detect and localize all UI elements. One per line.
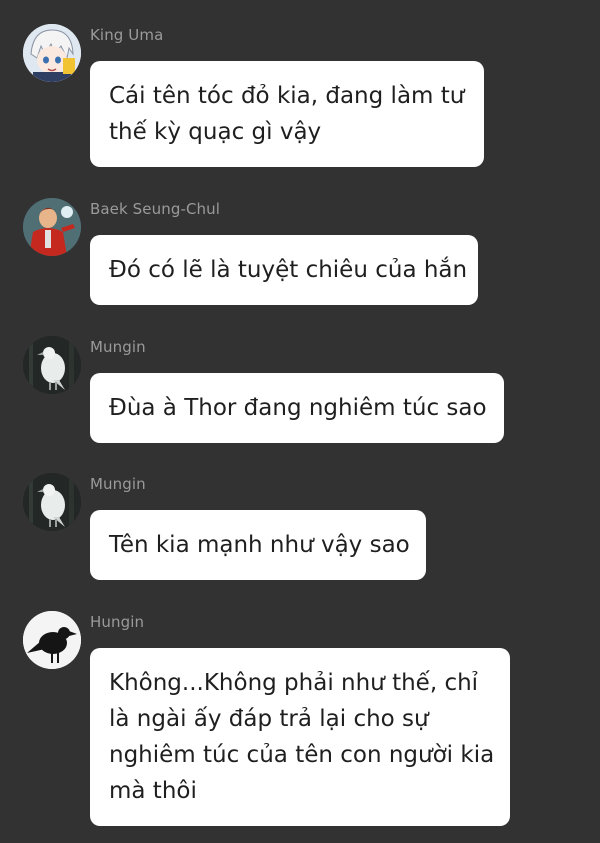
sender-name: Baek Seung-Chul [90,200,221,218]
sender-name: Mungin [90,338,146,356]
message-text: thế kỳ quạc gì vậy [109,119,322,145]
message-bubble: Không...Không phải như thế, chỉ là ngài … [90,648,510,826]
message-bubble: Đó có lẽ là tuyệt chiêu của hắn [90,235,478,305]
message-bubble: Tên kia mạnh như vậy sao [90,510,426,580]
chat-thread: King Uma Cái tên tóc đỏ kia, đang làm tư… [0,0,600,843]
white-raven-avatar-icon[interactable] [23,473,81,531]
sender-name: Hungin [90,613,145,631]
sender-name: Mungin [90,475,146,493]
message-text: là ngài ấy đáp trả lại cho sự [109,706,429,732]
red-jacket-character-avatar-icon[interactable] [23,198,81,256]
message-text: Đó có lẽ là tuyệt chiêu của hắn [109,257,468,283]
message-text: Đùa à Thor đang nghiêm túc sao [109,395,487,421]
black-raven-avatar-icon[interactable] [23,611,81,669]
message-text: Tên kia mạnh như vậy sao [109,532,410,558]
message-text: Không...Không phải như thế, chỉ [109,670,479,696]
sender-name: King Uma [90,26,164,44]
message-text: mà thôi [109,778,197,804]
message-text: Cái tên tóc đỏ kia, đang làm tư [109,83,465,109]
message-bubble: Đùa à Thor đang nghiêm túc sao [90,373,504,443]
white-raven-avatar-icon[interactable] [23,336,81,394]
anime-character-avatar-icon[interactable] [23,24,81,82]
message-bubble: Cái tên tóc đỏ kia, đang làm tư thế kỳ q… [90,61,484,167]
message-text: nghiêm túc của tên con người kia [109,742,495,768]
